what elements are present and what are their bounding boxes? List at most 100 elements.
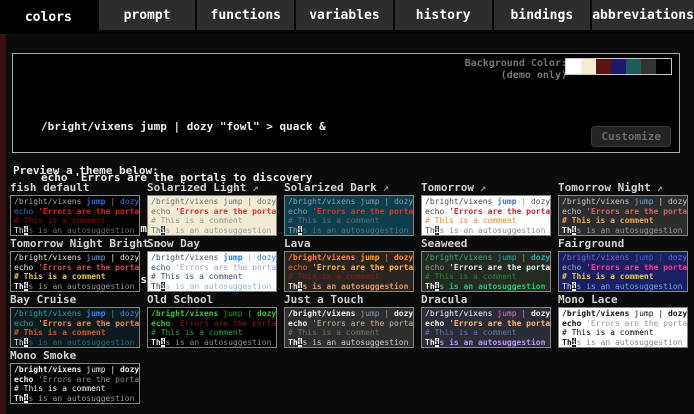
sample-line-error: echo 'Errors are the portals to discover… (562, 319, 687, 329)
theme-preview[interactable]: /bright/vixens jump | dozy "fowl" > quac… (147, 251, 277, 292)
theme-card: Bay Cruise/bright/vixens jump | dozy "fo… (10, 293, 140, 348)
theme-preview[interactable]: /bright/vixens jump | dozy "fowl" > quac… (10, 251, 140, 292)
theme-title[interactable]: Old School (147, 293, 277, 305)
theme-card: Tomorrow ↗ /bright/vixens jump | dozy "fo… (421, 181, 551, 236)
sample-line-comment: # This is a comment (288, 272, 413, 282)
external-link-icon[interactable]: ↗ (651, 183, 663, 194)
sample-line-error: echo 'Errors are the portals to discover… (14, 263, 139, 273)
theme-title[interactable]: Bay Cruise (10, 293, 140, 305)
theme-card: Dracula/bright/vixens jump | dozy "fowl"… (421, 293, 551, 348)
theme-preview[interactable]: /bright/vixens jump | dozy "fowl" > quac… (558, 307, 688, 348)
theme-preview[interactable]: /bright/vixens jump | dozy "fowl" > quac… (147, 307, 277, 348)
tab-variables[interactable]: variables (296, 0, 393, 30)
sample-line-error: echo 'Errors are the portals to discover… (288, 319, 413, 329)
sample-line-command: /bright/vixens jump | dozy "fowl" > quac… (562, 253, 687, 263)
external-link-icon[interactable]: ↗ (474, 183, 486, 194)
external-link-icon[interactable]: ↗ (377, 183, 389, 194)
tab-abbreviations[interactable]: abbreviations (592, 0, 694, 30)
sample-line-autosuggestion: This is an autosuggestion (425, 226, 550, 236)
theme-preview[interactable]: /bright/vixens jump | dozy "fowl" > quac… (421, 307, 551, 348)
sample-line-autosuggestion: This is an autosuggestion (425, 282, 550, 292)
theme-title[interactable]: Mono Smoke (10, 349, 140, 361)
theme-preview[interactable]: /bright/vixens jump | dozy "fowl" > quac… (284, 307, 414, 348)
sample-line-command: /bright/vixens jump | dozy "fowl" > quac… (14, 309, 139, 319)
sample-line-command: /bright/vixens jump | dozy "fowl" > quac… (562, 309, 687, 319)
background-swatch-2[interactable] (596, 59, 611, 74)
background-swatch-1[interactable] (581, 59, 596, 74)
tab-history[interactable]: history (395, 0, 492, 30)
theme-preview[interactable]: /bright/vixens jump | dozy "fowl" > quac… (10, 307, 140, 348)
theme-title[interactable]: Dracula (421, 293, 551, 305)
sample-line-comment: # This is a comment (562, 216, 687, 226)
sample-line-error: echo 'Errors are the portals to discover… (151, 319, 276, 329)
sample-line-comment: # This is a comment (14, 328, 139, 338)
sample-line-autosuggestion: This is an autosuggestion (288, 282, 413, 292)
sample-line-comment: # This is a comment (425, 272, 550, 282)
theme-title[interactable]: Fairground (558, 237, 688, 249)
customize-button[interactable]: Customize (591, 126, 671, 147)
theme-preview[interactable]: /bright/vixens jump | dozy "fowl" > quac… (10, 195, 140, 236)
theme-preview[interactable]: /bright/vixens jump | dozy "fowl" > quac… (558, 195, 688, 236)
sample-line-command: /bright/vixens jump | dozy "fowl" > quac… (288, 253, 413, 263)
sample-line-autosuggestion: This is an autosuggestion (288, 226, 413, 236)
theme-preview[interactable]: /bright/vixens jump | dozy "fowl" > quac… (147, 195, 277, 236)
sample-line-comment: # This is a comment (151, 272, 276, 282)
theme-title[interactable]: Seaweed (421, 237, 551, 249)
theme-grid: fish default/bright/vixens jump | dozy "… (10, 181, 688, 404)
theme-card: Lava/bright/vixens jump | dozy "fowl" > … (284, 237, 414, 292)
sample-line-autosuggestion: This is an autosuggestion (14, 282, 139, 292)
theme-title[interactable]: Mono Lace (558, 293, 688, 305)
background-swatch-3[interactable] (611, 59, 626, 74)
sample-line-command: /bright/vixens jump | dozy "fowl" > quac… (562, 197, 687, 207)
sample-line-autosuggestion: This is an autosuggestion (425, 338, 550, 348)
theme-card: Solarized Dark ↗ /bright/vixens jump | do… (284, 181, 414, 236)
sample-line-autosuggestion: This is an autosuggestion (562, 338, 687, 348)
theme-title[interactable]: Lava (284, 237, 414, 249)
tab-functions[interactable]: functions (197, 0, 294, 30)
sample-line-command: /bright/vixens jump | dozy "fowl" > quac… (151, 253, 276, 263)
tab-prompt[interactable]: prompt (99, 0, 196, 30)
theme-card: Tomorrow Night ↗ /bright/vixens jump | do… (558, 181, 688, 236)
terminal-preview-panel: Background Color: (demo only) /bright/vi… (12, 53, 680, 153)
theme-preview[interactable]: /bright/vixens jump | dozy "fowl" > quac… (558, 251, 688, 292)
tab-colors[interactable]: colors (0, 0, 97, 34)
theme-preview[interactable]: /bright/vixens jump | dozy "fowl" > quac… (421, 251, 551, 292)
theme-title[interactable]: Tomorrow Night ↗ (558, 181, 688, 193)
sample-line-error: echo 'Errors are the portals to discover… (14, 319, 139, 329)
sample-line-autosuggestion: This is an autosuggestion (14, 226, 139, 236)
sample-line-comment: # This is a comment (425, 328, 550, 338)
theme-title[interactable]: fish default (10, 181, 140, 193)
theme-card: Snow Day/bright/vixens jump | dozy "fowl… (147, 237, 277, 292)
sample-line-autosuggestion: This is an autosuggestion (562, 226, 687, 236)
background-swatch-5[interactable] (641, 59, 656, 74)
background-color-label-line1: Background Color: (465, 58, 567, 70)
sample-line-comment: # This is a comment (562, 272, 687, 282)
background-swatch-strip (565, 58, 672, 75)
sample-line-autosuggestion: This is an autosuggestion (151, 282, 276, 292)
theme-card: Mono Lace/bright/vixens jump | dozy "fow… (558, 293, 688, 348)
external-link-icon[interactable]: ↗ (246, 183, 258, 194)
background-swatch-6[interactable] (656, 59, 671, 74)
tab-bindings[interactable]: bindings (494, 0, 591, 30)
sample-line-command: /bright/vixens jump | dozy "fowl" > quac… (288, 197, 413, 207)
theme-title[interactable]: Snow Day (147, 237, 277, 249)
theme-card: fish default/bright/vixens jump | dozy "… (10, 181, 140, 236)
theme-title[interactable]: Tomorrow Night Bright ↗ (10, 237, 140, 249)
theme-title[interactable]: Solarized Light ↗ (147, 181, 277, 193)
theme-preview[interactable]: /bright/vixens jump | dozy "fowl" > quac… (421, 195, 551, 236)
theme-preview[interactable]: /bright/vixens jump | dozy "fowl" > quac… (284, 251, 414, 292)
window-edge-stripe (0, 33, 6, 414)
theme-preview[interactable]: /bright/vixens jump | dozy "fowl" > quac… (284, 195, 414, 236)
theme-card: Old School/bright/vixens jump | dozy "fo… (147, 293, 277, 348)
theme-card: Just a Touch/bright/vixens jump | dozy "… (284, 293, 414, 348)
theme-title[interactable]: Just a Touch (284, 293, 414, 305)
sample-line-command: /bright/vixens jump | dozy "fowl" > quac… (14, 197, 139, 207)
theme-title[interactable]: Tomorrow ↗ (421, 181, 551, 193)
sample-line-command: /bright/vixens jump | dozy "fowl" > quac… (288, 309, 413, 319)
background-swatch-4[interactable] (626, 59, 641, 74)
sample-line-comment: # This is a comment (151, 328, 276, 338)
background-swatch-0[interactable] (566, 59, 581, 74)
theme-preview[interactable]: /bright/vixens jump | dozy "fowl" > quac… (10, 363, 140, 404)
theme-title[interactable]: Solarized Dark ↗ (284, 181, 414, 193)
sample-line-autosuggestion: This is an autosuggestion (288, 338, 413, 348)
